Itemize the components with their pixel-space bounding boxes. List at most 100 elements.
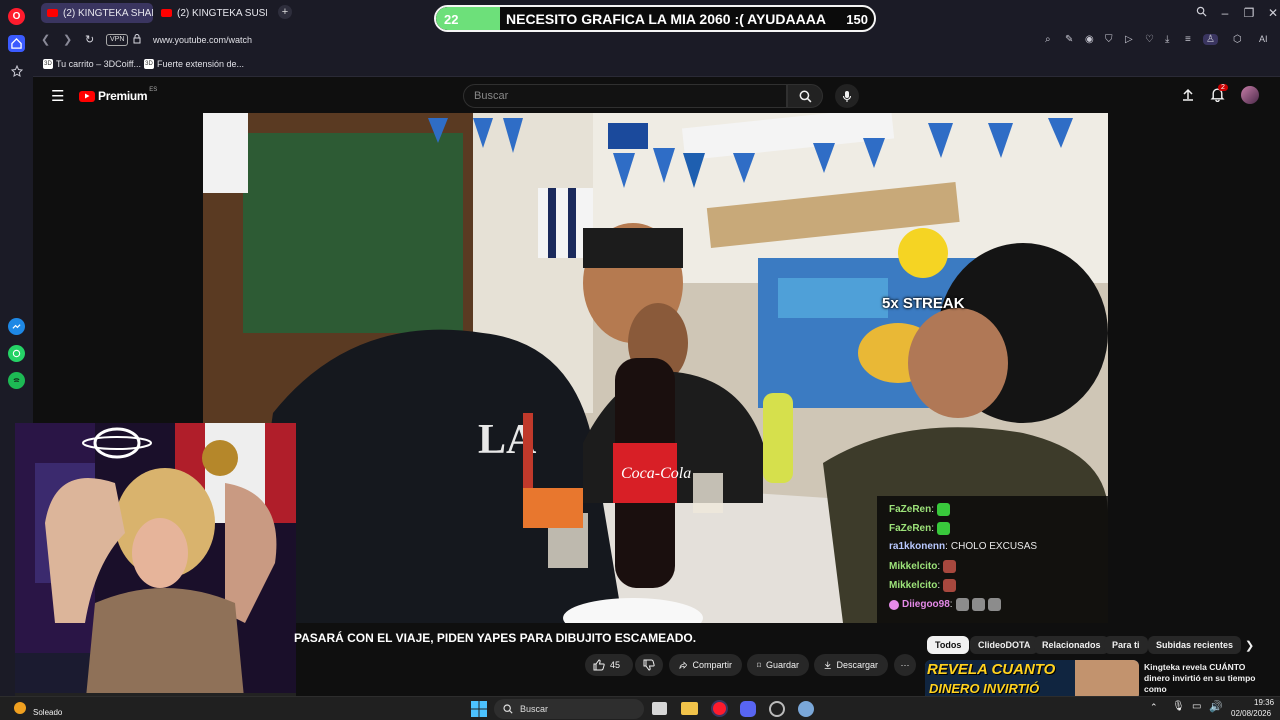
messenger-icon[interactable]: [8, 318, 25, 335]
notifications-bell-icon[interactable]: 2: [1210, 84, 1228, 107]
windows-taskbar: Soleado Buscar ⌃ 🎙 ▭ 🔊 19:36 02/08/2026: [0, 696, 1280, 720]
aria-ai-button[interactable]: AI: [1259, 34, 1268, 44]
download-button[interactable]: Descargar: [814, 654, 888, 676]
bookmark-item[interactable]: 3D Tu carrito – 3DCoiff...: [43, 59, 141, 69]
chat-username: Mikkelcito: [889, 561, 938, 572]
obs-icon[interactable]: [769, 701, 785, 717]
file-explorer-icon[interactable]: [681, 702, 698, 715]
tab-label: (2) KINGTEKA SHAKA: [63, 7, 153, 19]
video-title: PASARÁ CON EL VIAJE, PIDEN YAPES PARA DI…: [294, 631, 697, 645]
edit-icon[interactable]: ✎: [1065, 34, 1073, 45]
bookmarks-bar: 3D Tu carrito – 3DCoiff... 3D Fuerte ext…: [33, 54, 1280, 77]
search-button[interactable]: [787, 84, 823, 108]
search-icon: [799, 90, 811, 102]
bookmark-item[interactable]: 3D Fuerte extensión de...: [144, 59, 244, 69]
camera-icon[interactable]: ◉: [1085, 34, 1094, 45]
dislike-button[interactable]: [635, 654, 663, 676]
chip-todos[interactable]: Todos: [927, 636, 970, 654]
task-view-icon[interactable]: [652, 702, 667, 715]
search-tabs-icon[interactable]: [1194, 6, 1208, 20]
like-button[interactable]: 45: [585, 654, 633, 676]
pinboard-icon[interactable]: [8, 62, 25, 79]
back-icon[interactable]: ❮: [41, 33, 50, 46]
minimize-button[interactable]: –: [1218, 6, 1232, 20]
hamburger-menu-icon[interactable]: ☰: [51, 87, 64, 105]
thumbs-up-icon: [593, 659, 605, 671]
reload-icon[interactable]: ↻: [85, 33, 94, 46]
search-input[interactable]: Buscar: [463, 84, 787, 108]
lock-icon[interactable]: [133, 34, 141, 46]
weather-icon[interactable]: [14, 702, 26, 714]
chat-message: Mikkelcito:: [889, 560, 957, 573]
donation-goal-bar: 22 NECESITO GRAFICA LA MIA 2060 :( AYUDA…: [434, 5, 876, 32]
video-player[interactable]: LA Coca-Cola 5x STREAK FaZeRen: FaZeRen …: [203, 113, 1108, 623]
chat-username: Mikkelcito: [889, 580, 938, 591]
weather-label[interactable]: Soleado: [33, 708, 62, 717]
close-window-button[interactable]: ✕: [1266, 6, 1280, 20]
profile-icon[interactable]: ♙: [1203, 34, 1218, 45]
forward-icon[interactable]: ❯: [63, 33, 72, 46]
home-icon[interactable]: [8, 35, 25, 52]
chat-username: FaZeRen: [889, 504, 932, 515]
chip-subidas-recientes[interactable]: Subidas recientes: [1148, 636, 1242, 654]
search-icon[interactable]: ⌕: [1045, 34, 1051, 45]
url-field[interactable]: www.youtube.com/watch: [153, 35, 252, 45]
chip-clideodota[interactable]: ClideoDOTA: [970, 636, 1039, 654]
account-avatar[interactable]: [1241, 86, 1259, 104]
maximize-button[interactable]: ❐: [1242, 6, 1256, 20]
youtube-premium-logo[interactable]: Premium ES: [79, 87, 158, 103]
chat-message: Mikkelcito:: [889, 579, 957, 592]
chat-emote-icon: [943, 560, 957, 573]
microphone-icon: [842, 90, 852, 102]
bookmark-icon: [757, 662, 761, 668]
network-icon[interactable]: ▭: [1192, 701, 1201, 712]
clock-time[interactable]: 19:36: [1254, 698, 1274, 707]
donation-message: NECESITO GRAFICA LA MIA 2060 :( AYUDAAAA: [506, 11, 826, 27]
more-actions-button[interactable]: ···: [894, 654, 916, 676]
like-count: 45: [610, 660, 621, 670]
logo-text: Premium: [98, 89, 148, 103]
new-tab-button[interactable]: +: [278, 5, 292, 19]
chip-relacionados[interactable]: Relacionados: [1034, 636, 1109, 654]
opera-logo-icon[interactable]: O: [8, 8, 25, 25]
whatsapp-icon[interactable]: [8, 345, 25, 362]
chat-emote-icon: [937, 522, 951, 535]
svg-text:Coca-Cola: Coca-Cola: [621, 465, 691, 482]
chat-username: Diiegoo98: [902, 599, 950, 610]
play-icon[interactable]: ▷: [1125, 34, 1133, 45]
voice-search-button[interactable]: [835, 84, 859, 108]
tab-kingteka-suspende[interactable]: (2) KINGTEKA SUSPENDE: [155, 3, 267, 23]
menu-icon[interactable]: ≡: [1185, 34, 1191, 45]
chat-message: FaZeRen:: [889, 503, 951, 516]
taskbar-search[interactable]: Buscar: [494, 699, 644, 719]
donation-current: 22: [444, 12, 459, 27]
recommended-video-thumbnail[interactable]: REVELA CUANTO DINERO INVIRTIÓ: [925, 660, 1139, 700]
opera-taskbar-icon[interactable]: [711, 700, 728, 717]
share-button[interactable]: Compartir: [669, 654, 742, 676]
recommended-video-title[interactable]: Kingteka revela CUÁNTO dinero invirtió e…: [1144, 662, 1272, 695]
chat-emote-icon: [943, 579, 957, 592]
tray-chevron-icon[interactable]: ⌃: [1150, 702, 1158, 713]
shield-icon[interactable]: ⛉: [1105, 34, 1113, 45]
chevron-right-icon[interactable]: ❯: [1245, 639, 1254, 652]
region-code: ES: [149, 87, 158, 93]
tab-kingteka-shaka[interactable]: (2) KINGTEKA SHAKA: [41, 3, 153, 23]
upload-icon[interactable]: [1181, 88, 1195, 107]
chat-emote-icon: [955, 598, 969, 611]
save-button[interactable]: Guardar: [747, 654, 809, 676]
mic-tray-icon[interactable]: 🎙: [1172, 701, 1185, 712]
extensions-icon[interactable]: ⬡: [1233, 34, 1242, 45]
download-icon[interactable]: ⤓: [1165, 34, 1169, 45]
thumbnail-subheadline: DINERO INVIRTIÓ: [929, 681, 1040, 696]
discord-icon[interactable]: [740, 701, 756, 717]
chat-badge-icon: [889, 599, 899, 610]
bookmark-favicon-icon: 3D: [43, 59, 53, 69]
volume-icon[interactable]: 🔊: [1209, 700, 1223, 713]
clock-date[interactable]: 02/08/2026: [1231, 709, 1271, 718]
heart-icon[interactable]: ♡: [1145, 34, 1154, 45]
chip-para-ti[interactable]: Para ti: [1104, 636, 1148, 654]
settings-icon[interactable]: [798, 701, 814, 717]
vpn-badge[interactable]: VPN: [106, 34, 129, 46]
windows-start-icon[interactable]: [471, 701, 487, 720]
spotify-icon[interactable]: [8, 372, 25, 389]
